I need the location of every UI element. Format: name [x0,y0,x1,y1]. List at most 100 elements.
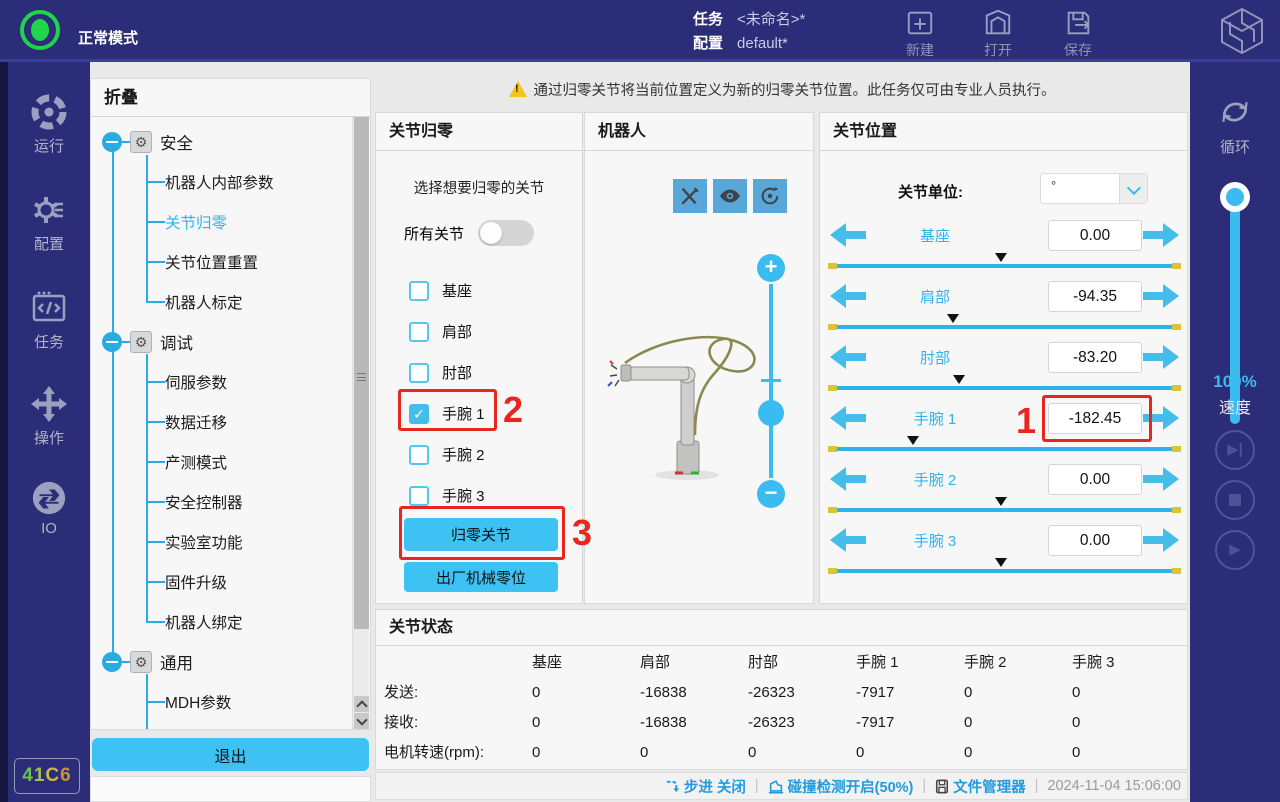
tree-node-safety[interactable]: ⚙安全 [91,122,346,162]
task-label: 任务 [693,11,723,28]
tree-item-servo-params[interactable]: 伺服参数 [91,362,346,402]
tree-scrollbar[interactable] [352,117,369,729]
jog-minus-button[interactable] [830,405,866,431]
jog-minus-button[interactable] [830,344,866,370]
row-label: 发送: [384,682,532,703]
speed-slider-handle[interactable] [1220,182,1250,212]
collision-detect-indicator[interactable]: 碰撞检测开启(50%) [768,776,914,797]
task-value: <未命名>* [737,11,805,28]
joint-label[interactable]: 手腕 3 [880,530,990,551]
jog-plus-button[interactable] [1143,283,1179,309]
tree-item-data-migration[interactable]: 数据迁移 [91,402,346,442]
joint-row-base: 基座 0.00 [820,220,1189,252]
sidebar-item-task[interactable]: 任务 [8,288,90,352]
all-joints-toggle[interactable] [478,220,534,246]
slider-marker[interactable] [947,314,959,323]
zoom-out-button[interactable]: − [757,480,785,508]
collapse-icon[interactable] [102,652,122,672]
jog-minus-button[interactable] [830,222,866,248]
slider-marker[interactable] [995,558,1007,567]
jog-plus-button[interactable] [1143,344,1179,370]
tree-item-production-test-mode[interactable]: 产测模式 [91,442,346,482]
checkbox-wrist3[interactable]: 手腕 3 [409,485,485,506]
sidebar-item-run[interactable]: 运行 [8,92,90,156]
checkbox-elbow[interactable]: 肘部 [409,362,472,383]
slider-marker[interactable] [953,375,965,384]
sidebar-item-config[interactable]: 配置 [8,190,90,254]
jog-plus-button[interactable] [1143,527,1179,553]
open-button[interactable]: 打开 [966,8,1030,60]
step-forward-button[interactable]: ▶| [1215,430,1255,470]
joint-label[interactable]: 肘部 [880,347,990,368]
joint-label[interactable]: 手腕 1 [880,408,990,429]
run-icon [8,92,90,132]
zoom-in-button[interactable]: + [757,254,785,282]
new-button[interactable]: 新建 [888,8,952,60]
checkbox-icon[interactable] [409,486,429,506]
tree-item-mdh-params[interactable]: MDH参数 [91,682,346,722]
joint-label[interactable]: 手腕 2 [880,469,990,490]
checkbox-icon[interactable] [409,363,429,383]
exit-button[interactable]: 退出 [92,738,369,771]
jog-plus-button[interactable] [1143,466,1179,492]
save-button[interactable]: 保存 [1046,8,1110,60]
joint-value-input[interactable]: 0.00 [1048,525,1142,556]
tree-item-joint-position-reset[interactable]: 关节位置重置 [91,242,346,282]
jog-minus-button[interactable] [830,527,866,553]
tree-item-joint-zeroing[interactable]: 关节归零 [91,202,346,242]
factory-zero-button[interactable]: 出厂机械零位 [404,562,558,592]
view-zoom-handle[interactable] [758,400,784,426]
scroll-down-button[interactable] [354,713,369,729]
tree-item-lab-features[interactable]: 实验室功能 [91,522,346,562]
play-button[interactable]: ▶ [1215,530,1255,570]
joint-value-input[interactable]: 0.00 [1048,464,1142,495]
tree-node-general[interactable]: ⚙通用 [91,642,346,682]
tree-item-robot-internal-params[interactable]: 机器人内部参数 [91,162,346,202]
stop-button[interactable] [1215,480,1255,520]
reset-view-button[interactable] [753,179,787,213]
tools-button[interactable] [673,179,707,213]
joint-label[interactable]: 肩部 [880,286,990,307]
sidebar-item-io[interactable]: IO [8,479,90,537]
zeroing-subtitle: 选择想要归零的关节 [376,177,582,198]
scrollbar-thumb[interactable] [354,117,369,629]
file-manager-link[interactable]: 文件管理器 [935,776,1026,797]
checkbox-shoulder[interactable]: 肩部 [409,321,472,342]
tree-node-debug[interactable]: ⚙调试 [91,322,346,362]
step-mode-indicator[interactable]: 步进 关闭 [665,776,746,797]
joint-slider[interactable] [828,257,1181,269]
jog-minus-button[interactable] [830,283,866,309]
tree-item-safety-controller[interactable]: 安全控制器 [91,482,346,522]
joint-slider[interactable] [828,562,1181,574]
scroll-up-button[interactable] [354,696,369,712]
tree-item-firmware-upgrade[interactable]: 固件升级 [91,562,346,602]
checkbox-wrist2[interactable]: 手腕 2 [409,444,485,465]
joint-label[interactable]: 基座 [880,225,990,246]
joint-value-input[interactable]: -83.20 [1048,342,1142,373]
robot-3d-view[interactable] [595,283,765,493]
checkbox-icon[interactable] [409,445,429,465]
joint-unit-select[interactable]: ° [1040,173,1148,204]
visibility-button[interactable] [713,179,747,213]
checkbox-icon[interactable] [409,322,429,342]
joint-value-input[interactable]: 0.00 [1048,220,1142,251]
checkbox-base[interactable]: 基座 [409,280,472,301]
joint-value-input[interactable]: -94.35 [1048,281,1142,312]
slider-marker[interactable] [907,436,919,445]
slider-marker[interactable] [995,497,1007,506]
checkbox-icon[interactable] [409,281,429,301]
tree-item-robot-binding[interactable]: 机器人绑定 [91,602,346,642]
collapse-icon[interactable] [102,332,122,352]
jog-plus-button[interactable] [1143,222,1179,248]
tree-item-robot-calibration[interactable]: 机器人标定 [91,282,346,322]
slider-marker[interactable] [995,253,1007,262]
speed-percent: 100% [1190,372,1280,392]
sidebar-item-operate[interactable]: 操作 [8,384,90,448]
collapse-icon[interactable] [102,132,122,152]
joint-slider[interactable] [828,379,1181,391]
tree-title[interactable]: 折叠 [91,79,370,117]
joint-slider[interactable] [828,318,1181,330]
joint-slider[interactable] [828,501,1181,513]
cycle-control[interactable]: 循环 [1190,95,1280,157]
jog-minus-button[interactable] [830,466,866,492]
